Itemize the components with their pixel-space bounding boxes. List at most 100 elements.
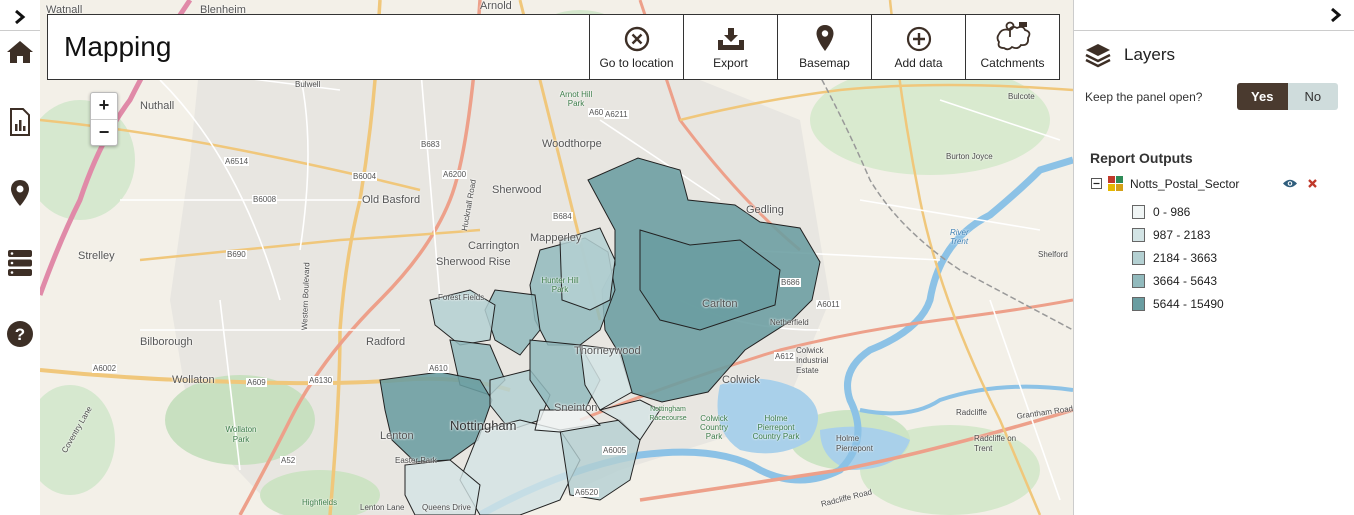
map-label-green: Arnot Hill Park [559, 90, 593, 108]
zoom-control: + − [90, 92, 118, 146]
basemap-button[interactable]: Basemap [777, 15, 871, 79]
legend-label: 987 - 2183 [1153, 227, 1211, 242]
map-label-place: Sherwood Rise [436, 256, 511, 268]
legend-item: 0 - 986 [1132, 200, 1224, 223]
map-label-place: Wollaton [172, 374, 215, 386]
map-label-road: B683 [420, 140, 441, 149]
catchments-label: Catchments [980, 56, 1045, 70]
map-label-place: Nottingham [450, 418, 517, 433]
svg-text:?: ? [15, 325, 25, 344]
go-to-location-button[interactable]: Go to location [589, 15, 683, 79]
go-to-location-label: Go to location [599, 56, 674, 70]
map-label-place: Gedling [746, 204, 784, 216]
map-label-place: Old Basford [362, 194, 421, 206]
location-pin-icon[interactable] [0, 176, 40, 210]
plus-circle-icon [906, 26, 931, 52]
map-label-road: A52 [280, 456, 297, 465]
expand-chevron-icon[interactable] [0, 4, 40, 31]
home-icon[interactable] [0, 36, 40, 68]
map-label-road: A6130 [308, 376, 334, 385]
legend-label: 3664 - 5643 [1153, 273, 1218, 288]
map-label-green: Hunter Hill Park [541, 276, 579, 294]
map-label-place: Holme Pierrepont [836, 434, 873, 453]
legend: 0 - 986 987 - 2183 2184 - 3663 3664 - 56… [1132, 200, 1224, 315]
map-label-green: Highfields [302, 498, 338, 507]
visibility-eye-icon[interactable] [1282, 178, 1298, 189]
catchments-button[interactable]: Catchments [965, 15, 1059, 79]
map-label-place: Queens Drive [422, 503, 471, 512]
report-outputs-heading: Report Outputs [1090, 150, 1193, 166]
keep-panel-open-toggle: Yes No [1237, 83, 1338, 110]
map-label-road: A6211 [604, 110, 629, 119]
legend-swatch [1132, 250, 1145, 265]
map-label-place: Thorneywood [574, 345, 641, 357]
map-label-place: Colwick [722, 374, 760, 386]
legend-label: 5644 - 15490 [1153, 296, 1224, 311]
map-label-place: Carrington [468, 240, 520, 252]
map-label-place: Lenton Lane [360, 503, 405, 512]
map-label-road: A6200 [442, 170, 468, 179]
map-label-road: B684 [552, 212, 573, 221]
legend-swatch [1132, 296, 1145, 311]
legend-item: 3664 - 5643 [1132, 269, 1224, 292]
wollaton-park-area [165, 375, 315, 465]
map-label-place: Lenton [380, 430, 414, 442]
map-label-place: Burton Joyce [946, 152, 993, 161]
map-label-place: Nuthall [140, 100, 175, 112]
legend-label: 2184 - 3663 [1153, 250, 1218, 265]
add-data-button[interactable]: Add data [871, 15, 965, 79]
map-label-road: A6005 [602, 446, 628, 455]
map-label-road: A609 [246, 378, 267, 387]
map-label-green: Holme Pierrepont Country Park [752, 414, 800, 441]
map-label-road: B6004 [352, 172, 378, 181]
map-label-road: A610 [428, 364, 449, 373]
map-label-place: Radford [366, 336, 406, 348]
catchments-icon [996, 21, 1030, 51]
map-label-road: B690 [226, 250, 247, 259]
page-title: Mapping [64, 31, 172, 62]
map-label-green: Colwick Country Park [699, 414, 728, 441]
map-label-place: Arnold [480, 0, 512, 12]
map-label-road: B6008 [252, 195, 278, 204]
map-label-place: Woodthorpe [542, 138, 602, 150]
export-tray-icon [717, 28, 744, 50]
map-label-place: Sneinton [554, 402, 598, 414]
legend-item: 2184 - 3663 [1132, 246, 1224, 269]
map-label-place: Mapperley [530, 232, 582, 244]
export-button[interactable]: Export [683, 15, 777, 79]
remove-layer-icon[interactable] [1307, 178, 1318, 189]
collapse-minus-icon[interactable] [1091, 178, 1102, 189]
zoom-out-button[interactable]: − [91, 120, 117, 146]
layer-row: Notts_Postal_Sector [1091, 176, 1318, 191]
map-label-place: Shelford [1038, 250, 1068, 259]
legend-item: 987 - 2183 [1132, 223, 1224, 246]
map-label-road: A6011 [816, 300, 841, 309]
layer-name: Notts_Postal_Sector [1130, 176, 1240, 191]
legend-swatch [1132, 227, 1145, 242]
add-data-label: Add data [894, 56, 943, 70]
map-label-green: Wollaton Park [225, 425, 257, 444]
help-icon[interactable]: ? [0, 318, 40, 350]
map-label-place: Strelley [78, 250, 115, 262]
keep-panel-open-label: Keep the panel open? [1085, 90, 1203, 104]
map-label-place: Netherfield [770, 318, 809, 327]
database-icon[interactable] [0, 246, 40, 280]
map-label-place: Radcliffe on Trent [974, 434, 1017, 453]
chevron-right-icon[interactable] [1329, 7, 1343, 23]
cancel-circle-icon [624, 26, 649, 52]
zoom-in-button[interactable]: + [91, 93, 117, 120]
choropleth-layer-icon [1108, 176, 1123, 191]
map-label-road: B686 [780, 278, 801, 287]
map-label-road: A6520 [574, 488, 600, 497]
no-toggle-button[interactable]: No [1287, 83, 1338, 110]
map-label-place: Easter Park [395, 456, 437, 465]
map-pin-icon [816, 25, 833, 51]
legend-item: 5644 - 15490 [1132, 292, 1224, 315]
mapping-toolbar: Mapping Go to location Export Basemap Ad… [47, 14, 1060, 80]
report-icon[interactable] [0, 104, 40, 140]
left-nav-rail: ? [0, 0, 41, 515]
layers-icon [1085, 44, 1111, 68]
yes-toggle-button[interactable]: Yes [1237, 83, 1288, 110]
map-label-road: A6514 [224, 157, 250, 166]
map-label-road: A612 [774, 352, 795, 361]
